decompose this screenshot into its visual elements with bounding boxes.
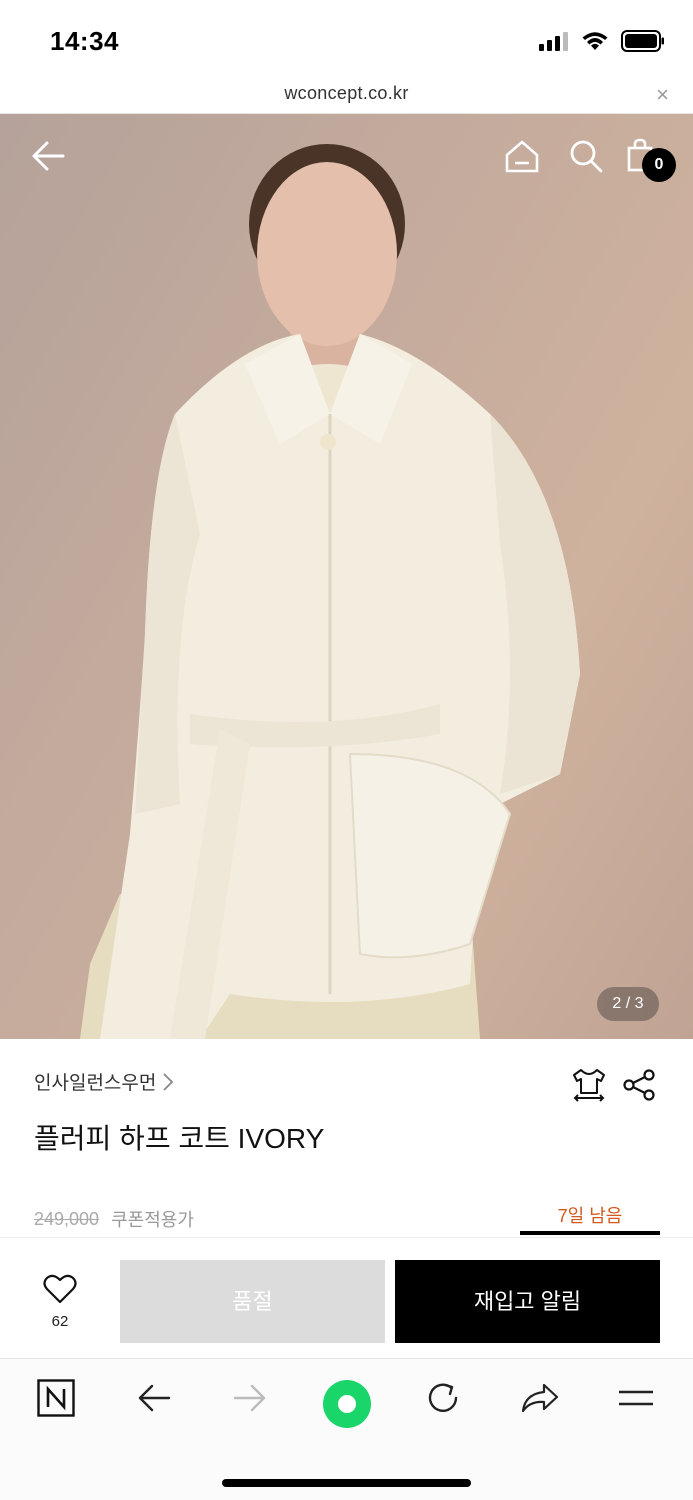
green-dot-icon[interactable] [322,1379,372,1429]
soldout-button[interactable]: 품절 [120,1260,385,1343]
product-title: 플러피 하프 코트 IVORY [34,1123,325,1154]
back-arrow-icon[interactable] [30,138,66,174]
heart-icon[interactable] [43,1274,77,1304]
status-icons [539,30,665,52]
home-icon[interactable] [504,138,540,174]
search-icon[interactable] [568,138,604,174]
back-arrow-icon[interactable] [136,1379,172,1417]
status-time: 14:34 [50,26,119,56]
brand-name[interactable]: 인사일런스우먼 [34,1068,156,1095]
wishlist-count: 62 [51,1313,69,1330]
brand-link[interactable]: 인사일런스우먼 [34,1068,174,1095]
battery-icon [621,30,664,52]
close-icon[interactable]: × [656,82,669,108]
menu-icon[interactable] [617,1379,655,1417]
restock-alert-button[interactable]: 재입고 알림 [395,1260,660,1343]
share-arrow-icon[interactable] [520,1379,560,1417]
signal-icon [539,32,568,51]
home-indicator[interactable] [222,1479,471,1487]
url-text[interactable]: wconcept.co.kr [0,83,693,104]
price-row: 249,000 쿠폰적용가 [34,1206,194,1232]
forward-arrow-icon[interactable] [232,1379,268,1417]
reload-icon[interactable] [424,1379,462,1417]
cart-count-badge[interactable]: 0 [642,148,676,182]
status-bar: 14:34 [0,0,693,82]
product-image[interactable]: 0 2 / 3 [0,114,693,1039]
coupon-price-label: 쿠폰적용가 [111,1210,194,1230]
wishlist-button[interactable]: 62 [40,1274,80,1330]
size-guide-icon[interactable] [570,1066,608,1102]
original-price: 249,000 [34,1208,100,1229]
chevron-right-icon [163,1072,174,1091]
days-left-badge: 7일 남음 [520,1202,660,1235]
image-page-indicator: 2 / 3 [597,987,659,1021]
share-icon[interactable] [622,1068,656,1102]
product-photo [80,144,580,1039]
wifi-icon [582,32,608,50]
naver-icon[interactable] [37,1379,75,1417]
url-bar[interactable]: wconcept.co.kr × [0,82,693,114]
purchase-action-bar: 62 품절 재입고 알림 [0,1237,693,1357]
browser-toolbar [0,1358,693,1500]
